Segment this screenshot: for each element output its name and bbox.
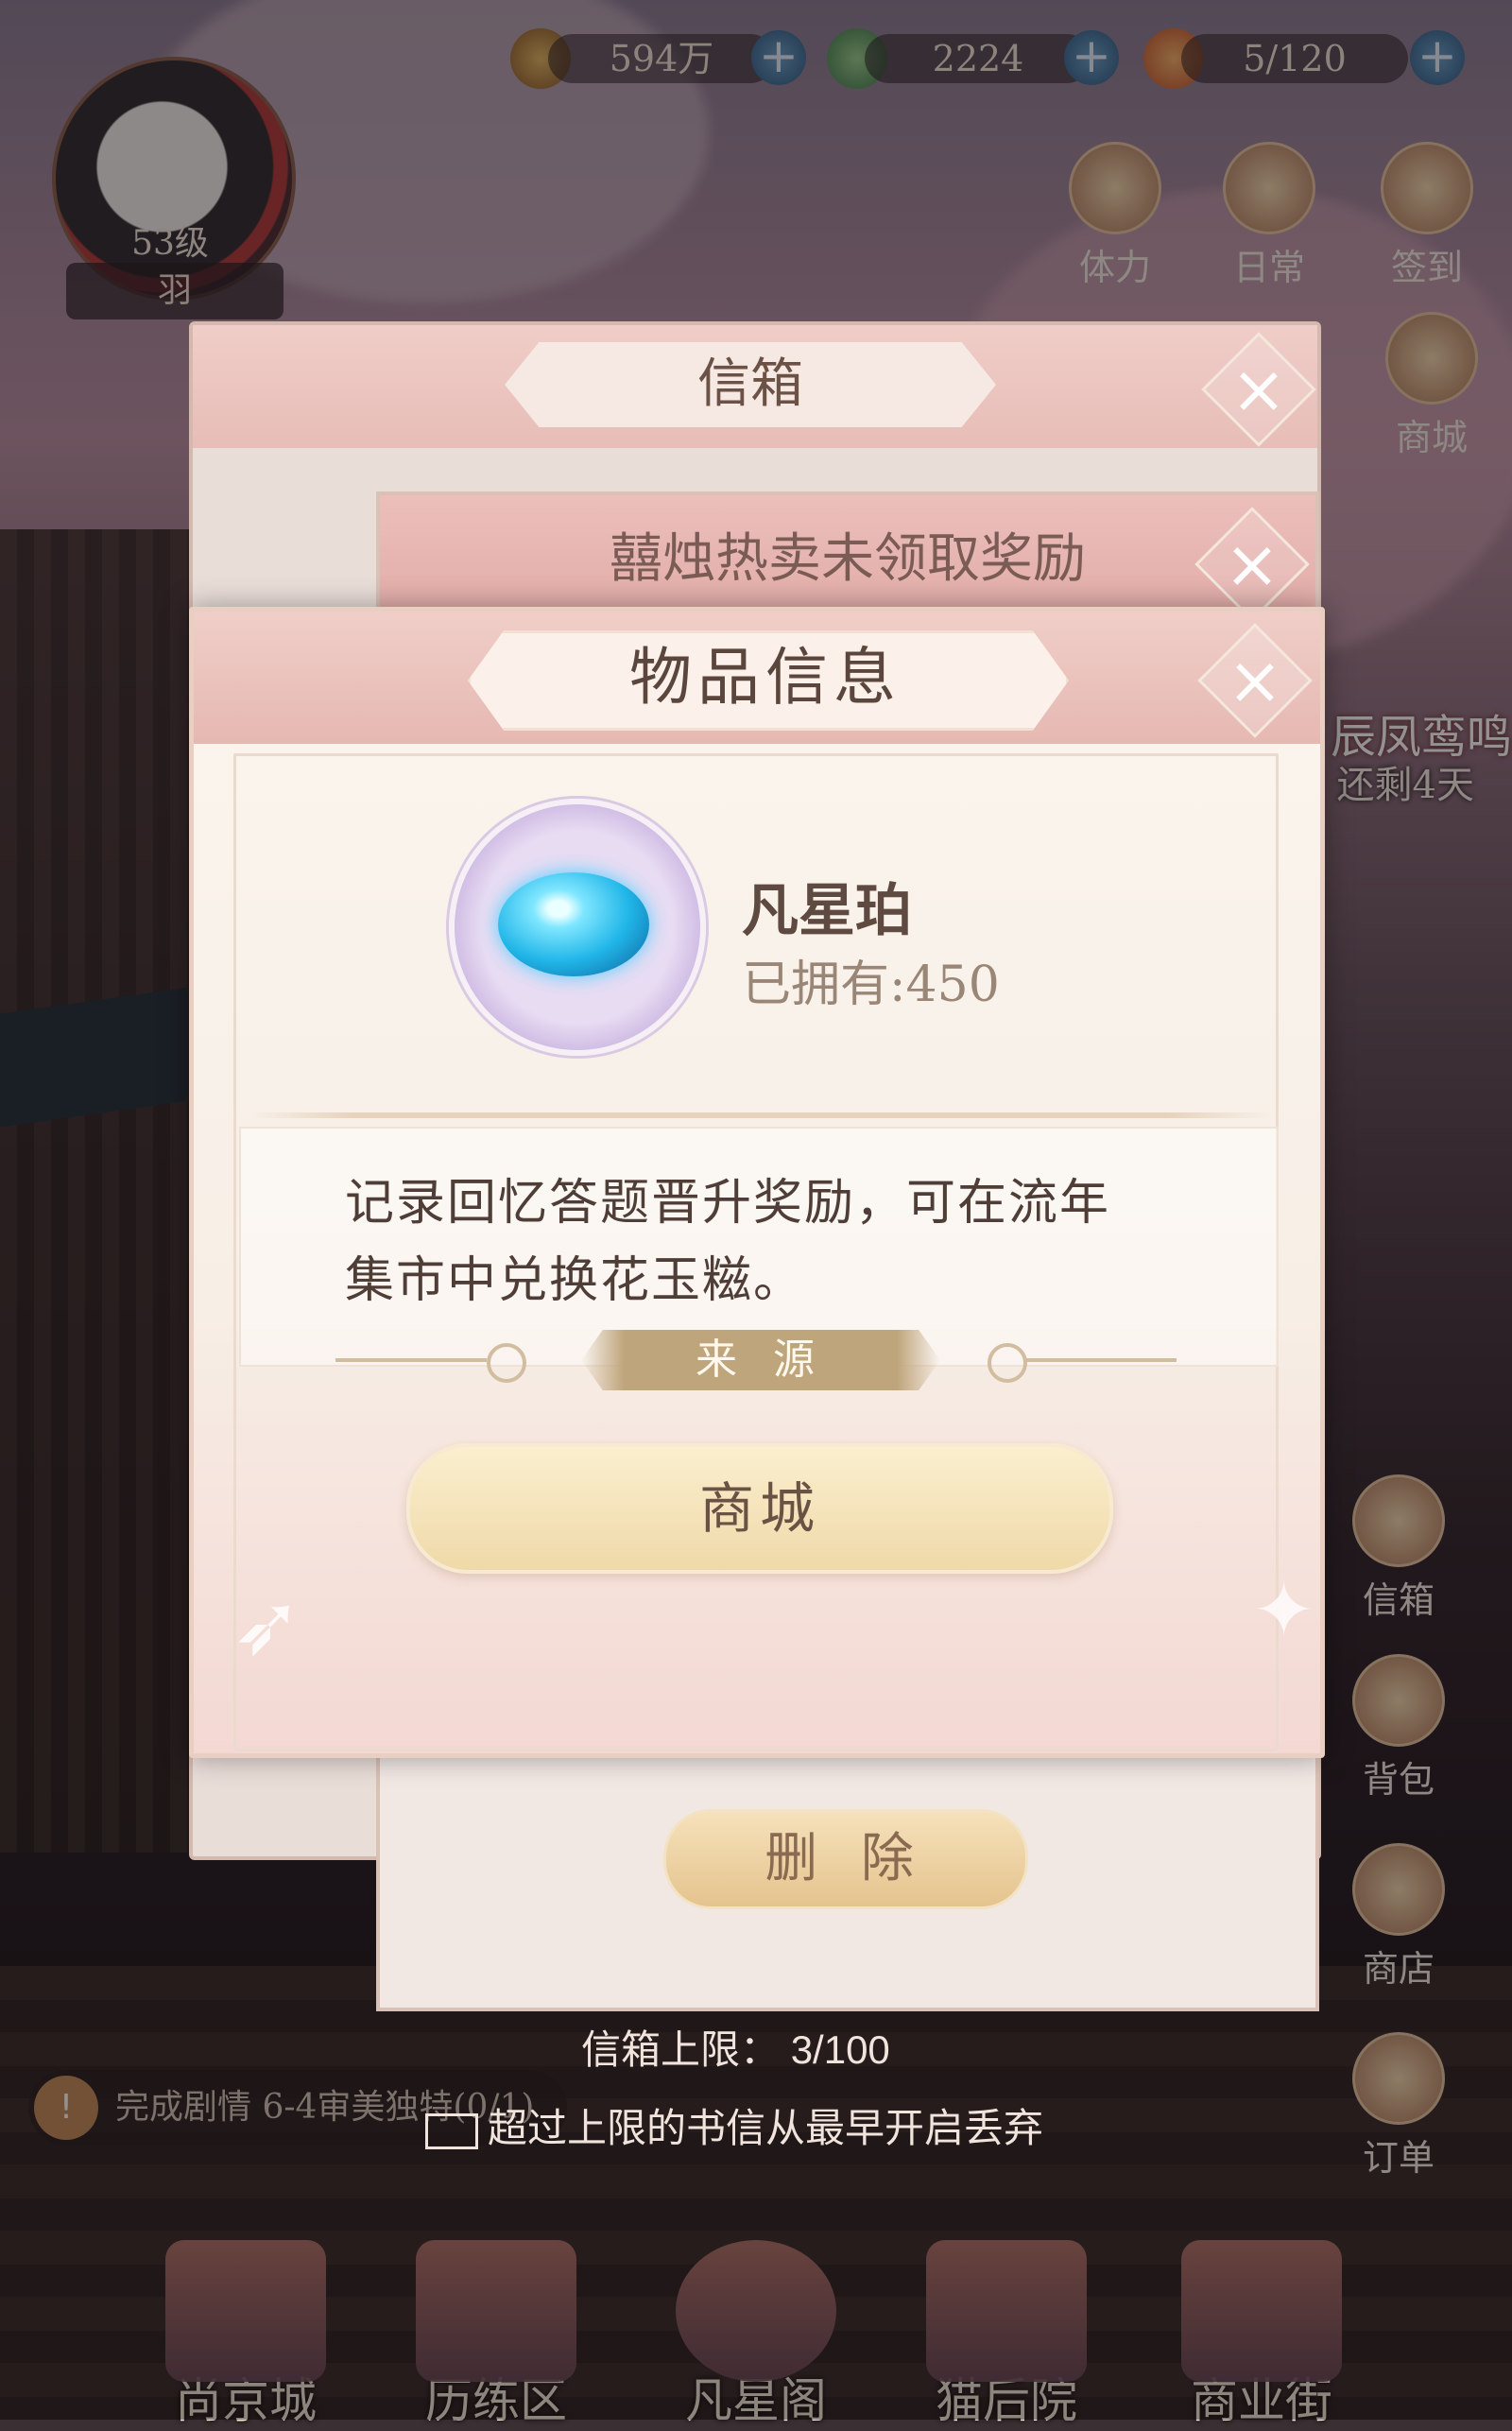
source-shop-button[interactable]: 商城 [406,1443,1113,1574]
section-divider [250,1112,1271,1118]
mailbox-note: 超过上限的书信从最早开启丢弃 [425,2096,1043,2154]
butterfly-icon: ✦ [1252,1566,1316,1654]
close-icon: × [1227,642,1283,719]
mailbox-note-text: 超过上限的书信从最早开启丢弃 [488,2105,1044,2151]
mailbox-limit-value: 3/100 [790,2027,890,2072]
gem-icon [498,872,649,976]
mailbox-limit: 信箱上限： 3/100 [581,2018,890,2076]
mailbox-title: 信箱 [697,353,803,415]
item-description: 记录回忆答题晋升奖励，可在流年集市中兑换花玉糍。 [345,1175,1111,1309]
owned-label: 已拥有: [742,957,906,1013]
item-name: 凡星珀 [742,878,912,944]
dialog-title: 物品信息 [629,641,902,714]
ornament-line-left [335,1358,487,1362]
ornament-knot-left [487,1343,526,1383]
item-icon-frame [449,799,706,1056]
bird-icon: ➶ [232,1576,303,1675]
reward-title: 囍烛热卖未领取奖励 [610,528,1086,590]
envelope-icon [425,2113,478,2149]
owned-value: 450 [905,957,1000,1013]
ornament-knot-right [988,1343,1027,1383]
close-icon: × [1230,351,1287,428]
delete-button[interactable]: 删 除 [663,1809,1028,1909]
item-info-dialog: 物品信息 × 凡星珀 已拥有:450 记录回忆答题晋升奖励，可在流年集市中兑换花… [189,607,1325,1758]
source-label: 来 源 [581,1330,940,1390]
ornament-line-right [1025,1358,1177,1362]
item-owned: 已拥有:450 [742,944,1000,1015]
mailbox-limit-label: 信箱上限： [581,2027,781,2072]
close-icon: × [1224,526,1280,603]
